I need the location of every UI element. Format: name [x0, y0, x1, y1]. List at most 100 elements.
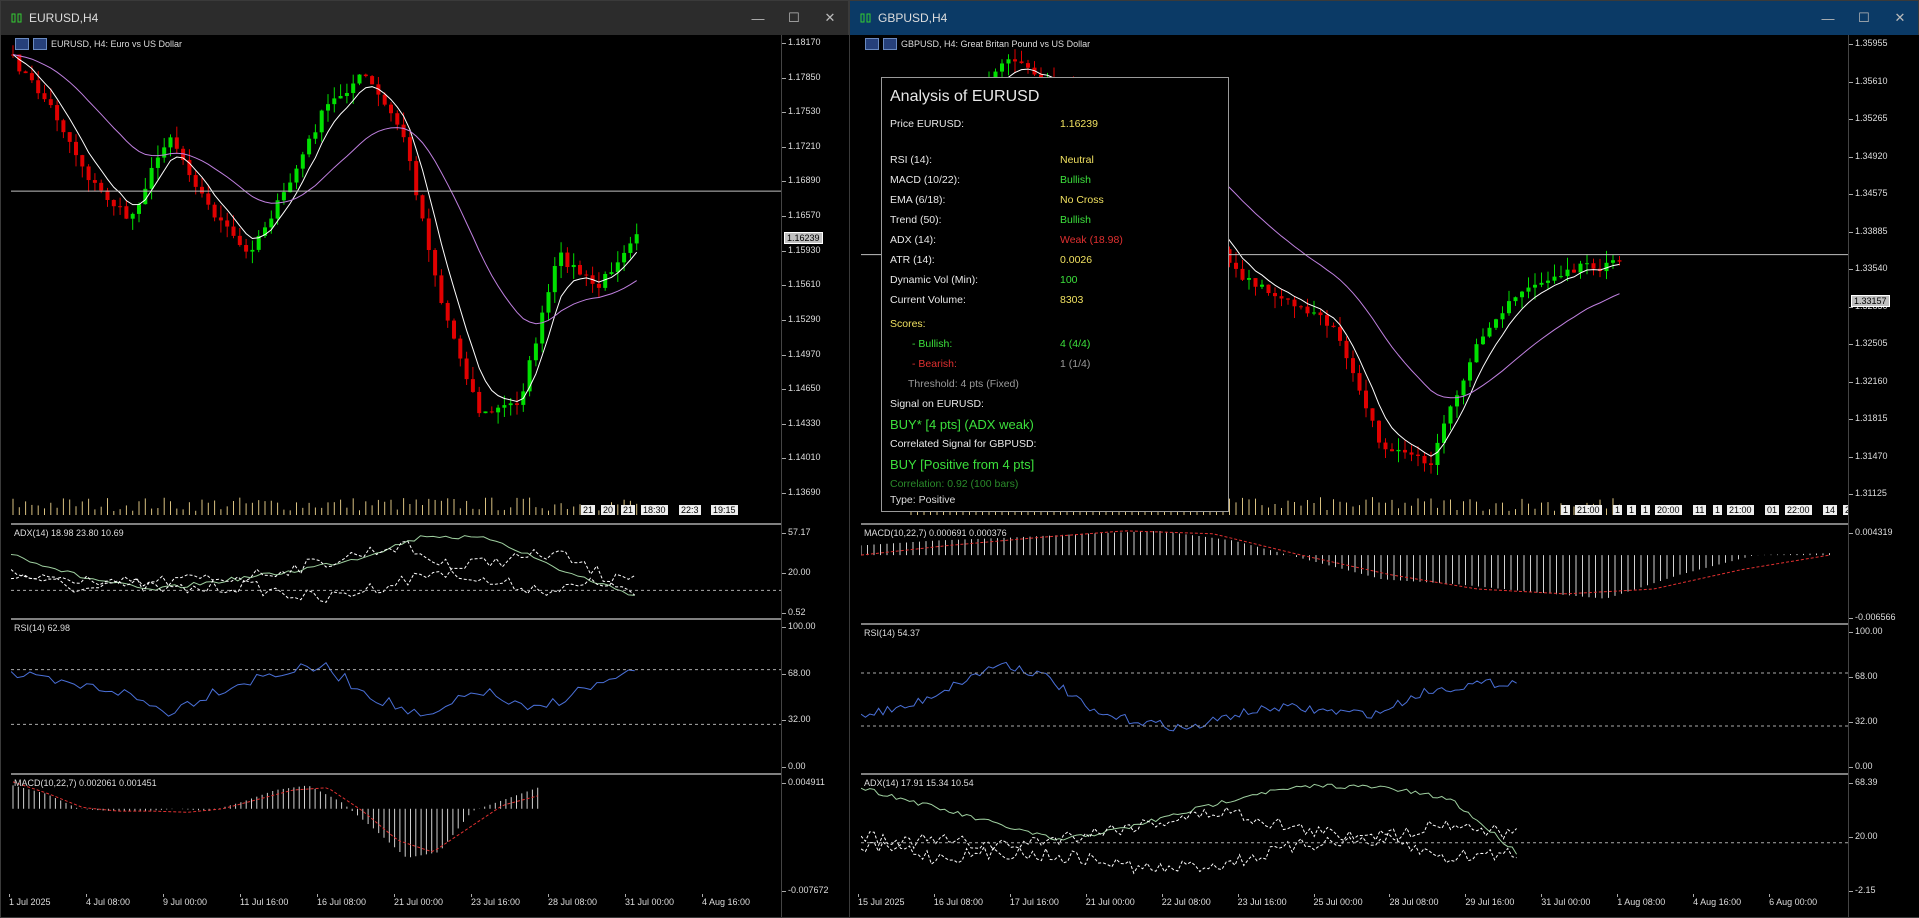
analysis-row: Dynamic Vol (Min): 100: [890, 274, 1222, 288]
candle-body: [1461, 380, 1466, 396]
eurusd-title-bar[interactable]: EURUSD,H4 — ☐ ✕: [1, 1, 848, 35]
session-mark: 19:15: [711, 505, 738, 515]
maximize-button[interactable]: ☐: [1846, 1, 1882, 35]
analysis-row: MACD (10/22): Bullish: [890, 174, 1222, 188]
candle-body: [615, 262, 620, 273]
candle-body: [363, 74, 368, 77]
price-tick: 1.17210: [782, 140, 821, 151]
candle-body: [1507, 301, 1511, 314]
candle-body: [1565, 269, 1570, 277]
bullish-score: 4 (4/4): [1060, 338, 1091, 350]
analysis-value: Bullish: [1060, 174, 1091, 186]
macd-signal-line: [12, 781, 538, 853]
analysis-value: No Cross: [1060, 194, 1104, 206]
session-mark: 1: [1713, 505, 1723, 515]
candle-body: [118, 206, 123, 208]
candle-body: [1377, 420, 1381, 443]
candle-body: [1552, 276, 1557, 281]
gbpusd-time-axis[interactable]: 15 Jul 2025 16 Jul 08:00 17 Jul 16:00 21 Ju…: [858, 894, 1845, 912]
gbpusd-price-scale[interactable]: 1.35955 1.35610 1.35265 1.34920 1.34575 1.338…: [1848, 35, 1919, 917]
candle-body: [218, 217, 223, 221]
minimize-button[interactable]: —: [740, 1, 776, 35]
analysis-row: RSI (14): Neutral: [890, 154, 1222, 168]
candle-body: [23, 71, 28, 74]
candle-body: [1500, 313, 1505, 320]
eurusd-rsi-pane[interactable]: RSI(14) 62.98: [11, 621, 781, 773]
candle-body: [231, 226, 236, 236]
ema-slow-line: [12, 54, 637, 325]
candle-body: [1286, 298, 1290, 300]
eurusd-chart-window[interactable]: EURUSD,H4 — ☐ ✕ EURUSD, H4: Euro vs US D…: [0, 0, 850, 918]
candle-body: [634, 234, 639, 244]
candle-body: [1344, 340, 1349, 359]
time-tick: 31 Jul 00:00: [625, 894, 675, 907]
session-mark: 20: [601, 505, 616, 515]
candle-body: [370, 76, 375, 85]
candle-body: [155, 157, 160, 168]
candle-body: [250, 249, 255, 252]
macd-signal-line: [861, 530, 1830, 595]
close-button[interactable]: ✕: [1882, 1, 1918, 35]
candle-body: [1416, 454, 1420, 456]
price-tick: 1.31815: [1849, 413, 1888, 423]
candle-body: [1533, 284, 1537, 288]
indicator-tick: 32.00: [782, 714, 811, 725]
gbpusd-macd-pane[interactable]: MACD(10,22,7) 0.000691 0.000376: [861, 526, 1848, 623]
session-mark: 22:00: [1785, 505, 1812, 515]
eurusd-time-axis[interactable]: 1 Jul 2025 4 Jul 08:00 9 Jul 00:00 11 Jul 1…: [9, 894, 779, 912]
candle-body: [99, 182, 104, 191]
maximize-button[interactable]: ☐: [776, 1, 812, 35]
session-mark: 1: [1613, 505, 1623, 515]
candle-body: [55, 105, 60, 121]
candle-body: [1370, 408, 1375, 421]
gbpusd-chart-window[interactable]: GBPUSD,H4 — ☐ ✕ GBPUSD, H4: Great Britan…: [849, 0, 1919, 918]
analysis-key: Price EURUSD:: [890, 118, 965, 130]
analysis-key: Current Volume:: [890, 294, 966, 306]
price-tick: 1.35265: [1849, 113, 1888, 123]
candle-body: [326, 104, 330, 111]
correlated-label: Correlated Signal for GBPUSD:: [890, 438, 1037, 450]
minimize-button[interactable]: —: [1810, 1, 1846, 35]
session-mark: 21:00: [1727, 505, 1754, 515]
indicator-tick: 68.00: [1849, 671, 1878, 681]
session-mark: 21: [621, 505, 636, 515]
eurusd-adx-pane[interactable]: ADX(14) 18.98 23.80 10.69: [11, 526, 781, 618]
candle-body: [1591, 263, 1596, 269]
candle-body: [344, 93, 349, 97]
gbpusd-rsi-pane[interactable]: RSI(14) 54.37: [861, 626, 1848, 773]
candle-body: [67, 132, 72, 142]
close-button[interactable]: ✕: [812, 1, 848, 35]
price-tick: 1.32160: [1849, 375, 1888, 386]
symbol-list-icon: [865, 38, 879, 50]
analysis-key: ADX (14):: [890, 234, 937, 246]
candle-body: [1260, 284, 1264, 287]
gbpusd-title-bar[interactable]: GBPUSD,H4 — ☐ ✕: [850, 1, 1918, 35]
candle-body: [1305, 306, 1310, 314]
session-mark: 1: [1627, 505, 1637, 515]
indicator-tick: 0.52: [782, 607, 806, 617]
session-mark: 18:30: [641, 505, 668, 515]
candle-body: [401, 124, 406, 138]
eurusd-price-scale[interactable]: 1.18170 1.17850 1.17530 1.17210 1.16890 1.165…: [781, 35, 850, 917]
gbpusd-adx-pane[interactable]: ADX(14) 17.91 15.34 10.54: [861, 776, 1848, 893]
indicator-tick: 68.00: [782, 667, 811, 678]
candle-body: [338, 96, 343, 99]
candle-body: [1513, 297, 1518, 302]
time-tick: 9 Jul 00:00: [163, 894, 208, 907]
candle-body: [105, 190, 110, 200]
analysis-row: ADX (14): Weak (18.98): [890, 234, 1222, 248]
eurusd-macd-pane[interactable]: MACD(10,22,7) 0.002061 0.001451: [11, 776, 781, 893]
candle-body: [307, 138, 312, 155]
candle-body: [533, 343, 538, 361]
time-tick: 21 Jul 00:00: [1085, 894, 1135, 907]
candle-body: [1351, 358, 1355, 374]
adx-main-line: [11, 535, 635, 596]
candle-body: [1266, 284, 1271, 294]
candle-body: [1318, 312, 1323, 316]
candle-body: [496, 407, 501, 413]
eurusd-price-pane[interactable]: EURUSD, H4: Euro vs US Dollar 21 20 21 18:3…: [11, 35, 781, 523]
candle-body: [1578, 263, 1583, 273]
candle-body: [1000, 63, 1004, 72]
time-tick: 1 Jul 2025: [9, 894, 51, 907]
candle-body: [137, 204, 141, 214]
